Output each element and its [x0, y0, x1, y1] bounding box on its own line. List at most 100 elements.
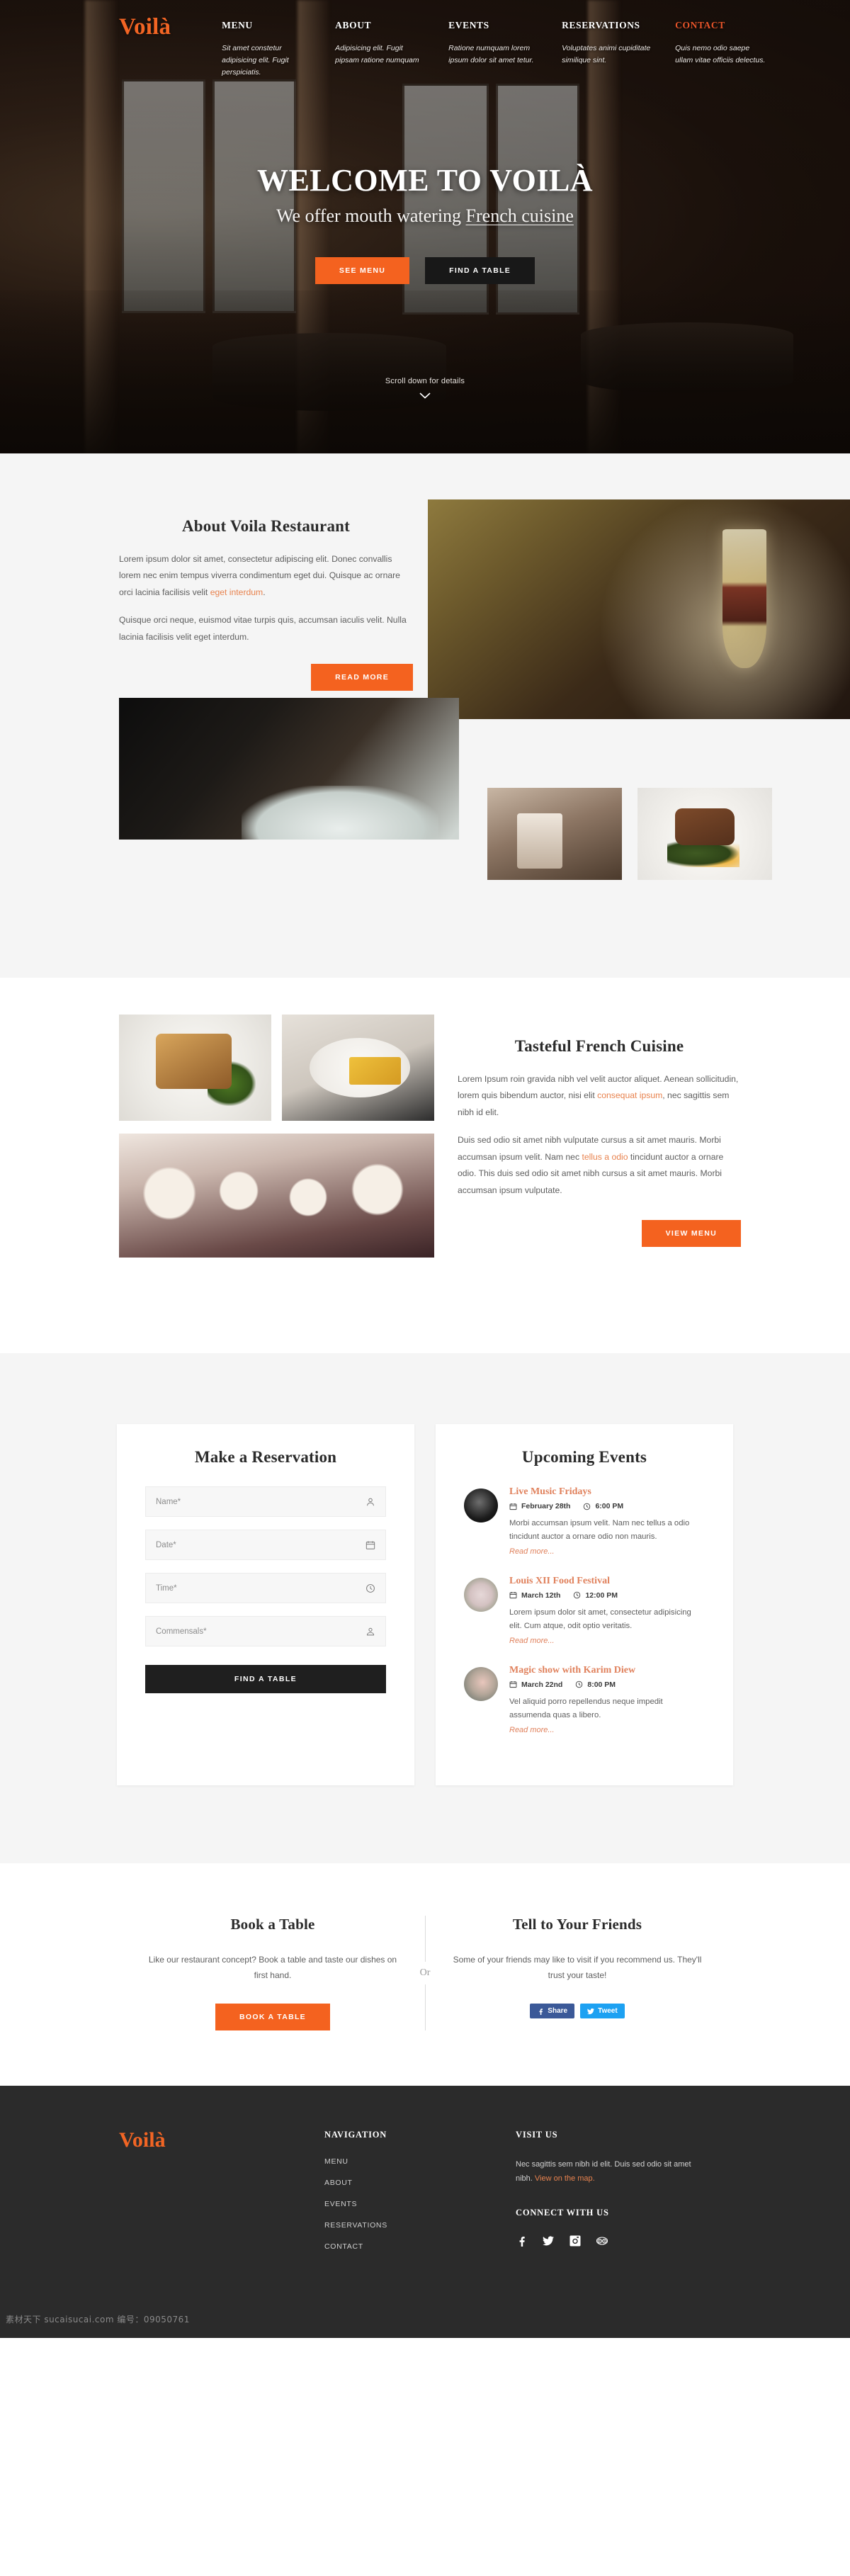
twitter-share-button[interactable]: Tweet — [580, 2004, 625, 2019]
book-a-table-button[interactable]: BOOK A TABLE — [215, 2004, 330, 2031]
hero-subtitle-underlined: French cuisine — [465, 205, 574, 226]
event-thumbnail-icon — [464, 1666, 498, 1701]
footer-link-events[interactable]: EVENTS — [324, 2200, 516, 2208]
event-meta: March 12th 12:00 PM — [509, 1591, 705, 1600]
facebook-share-label: Share — [548, 2007, 568, 2016]
twitter-share-label: Tweet — [598, 2007, 618, 2016]
cuisine-paragraph-1: Lorem Ipsum roin gravida nibh vel velit … — [458, 1071, 741, 1121]
cuisine-text-block: Tasteful French Cuisine Lorem Ipsum roin… — [458, 1037, 741, 1247]
nav-sub-menu: Sit amet constetur adipisicing elit. Fug… — [222, 44, 289, 77]
footer-navigation-column: NAVIGATION MENU ABOUT EVENTS RESERVATION… — [324, 2130, 516, 2264]
event-title[interactable]: Magic show with Karim Diew — [509, 1665, 705, 1676]
event-time-label: 8:00 PM — [587, 1680, 616, 1689]
book-a-table-title: Book a Table — [230, 1915, 315, 1933]
nav-sub-events: Ratione numquam lorem ipsum dolor sit am… — [448, 44, 534, 64]
about-p1-part-b: . — [263, 587, 266, 597]
event-title[interactable]: Live Music Fridays — [509, 1486, 705, 1498]
commensals-field-placeholder: Commensals* — [156, 1627, 207, 1636]
view-menu-button[interactable]: VIEW MENU — [641, 1219, 741, 1247]
scroll-down-label: Scroll down for details — [385, 377, 465, 385]
image-wine-glass — [428, 499, 850, 719]
about-button-row: READ MORE — [119, 664, 413, 691]
event-description: Vel aliquid porro repellendus neque impe… — [509, 1697, 663, 1720]
event-item[interactable]: Louis XII Food Festival March 12th 12:00… — [464, 1576, 705, 1646]
nav-label-events: EVENTS — [448, 20, 489, 30]
see-menu-button[interactable]: SEE MENU — [314, 257, 410, 284]
nav-columns: MENU Sit amet constetur adipisicing elit… — [222, 16, 781, 79]
time-field[interactable]: Time* — [145, 1573, 386, 1603]
nav-item-reservations[interactable]: RESERVATIONS Voluptates animi cupiditate… — [562, 20, 675, 79]
nav-item-menu[interactable]: MENU Sit amet constetur adipisicing elit… — [222, 20, 335, 79]
event-title[interactable]: Louis XII Food Festival — [509, 1576, 705, 1587]
footer-visit-text: Nec sagittis sem nibh id elit. Duis sed … — [516, 2157, 693, 2186]
event-meta: March 22nd 8:00 PM — [509, 1680, 705, 1689]
event-item[interactable]: Live Music Fridays February 28th 6:00 PM — [464, 1486, 705, 1557]
scroll-down-indicator[interactable]: Scroll down for details — [0, 377, 850, 402]
facebook-icon[interactable] — [516, 2235, 527, 2247]
event-description: Morbi accumsan ipsum velit. Nam nec tell… — [509, 1519, 690, 1542]
event-thumbnail-icon — [464, 1577, 498, 1612]
tripadvisor-icon[interactable] — [596, 2235, 608, 2247]
nav-label-contact: CONTACT — [675, 20, 725, 30]
cuisine-inline-link-1[interactable]: consequat ipsum — [597, 1090, 662, 1100]
event-time: 12:00 PM — [573, 1591, 618, 1600]
commensals-field[interactable]: Commensals* — [145, 1616, 386, 1646]
nav-label-menu: MENU — [222, 20, 253, 30]
calendar-icon — [509, 1681, 517, 1688]
footer-visit-heading: VISIT US — [516, 2130, 558, 2140]
event-time: 8:00 PM — [575, 1680, 616, 1689]
event-date: March 22nd — [509, 1680, 562, 1689]
nav-item-contact[interactable]: CONTACT Quis nemo odio saepe ullam vitae… — [675, 20, 781, 79]
footer-visit-column: VISIT US Nec sagittis sem nibh id elit. … — [516, 2130, 731, 2264]
events-title: Upcoming Events — [521, 1448, 647, 1466]
event-read-more-link[interactable]: Read more... — [509, 1547, 555, 1556]
read-more-button[interactable]: READ MORE — [311, 664, 413, 691]
cta-divider: Or — [404, 1915, 446, 2031]
brand-logo[interactable]: Voilà — [119, 16, 171, 39]
event-item[interactable]: Magic show with Karim Diew March 22nd 8:… — [464, 1665, 705, 1736]
about-text-block: About Voila Restaurant Lorem ipsum dolor… — [119, 517, 413, 691]
image-chef-plating — [119, 698, 459, 840]
tell-friends-text: Some of your friends may like to visit i… — [453, 1954, 702, 1981]
about-paragraph-2: Quisque orci neque, euismod vitae turpis… — [119, 615, 407, 642]
tell-friends-title: Tell to Your Friends — [512, 1915, 642, 1933]
cuisine-button-row: VIEW MENU — [458, 1219, 741, 1247]
date-field[interactable]: Date* — [145, 1530, 386, 1560]
about-paragraph-1: Lorem ipsum dolor sit amet, consectetur … — [119, 551, 413, 601]
cuisine-inline-link-2[interactable]: tellus a odio — [582, 1152, 628, 1162]
calendar-icon — [366, 1540, 375, 1550]
event-read-more-link[interactable]: Read more... — [509, 1726, 555, 1734]
hero-subtitle-text: We offer mouth watering — [276, 205, 466, 226]
nav-sub-contact: Quis nemo odio saepe ullam vitae officii… — [675, 44, 766, 64]
twitter-icon[interactable] — [543, 2235, 554, 2247]
find-a-table-submit-button[interactable]: FIND A TABLE — [145, 1665, 386, 1693]
facebook-share-button[interactable]: Share — [530, 2004, 575, 2019]
image-steak-plate — [638, 788, 772, 880]
footer-link-menu[interactable]: MENU — [324, 2157, 516, 2166]
reservation-title: Make a Reservation — [194, 1448, 337, 1466]
event-read-more-link[interactable]: Read more... — [509, 1637, 555, 1645]
footer-link-reservations[interactable]: RESERVATIONS — [324, 2221, 516, 2230]
about-inline-link[interactable]: eget interdum — [210, 587, 264, 597]
book-a-table-column: Book a Table Like our restaurant concept… — [142, 1916, 404, 2031]
image-kitchen — [487, 788, 622, 880]
clock-icon — [584, 1503, 591, 1510]
facebook-icon — [539, 2008, 543, 2015]
footer: Voilà NAVIGATION MENU ABOUT EVENTS RESER… — [0, 2086, 850, 2304]
footer-link-contact[interactable]: CONTACT — [324, 2242, 516, 2251]
event-date-label: February 28th — [521, 1502, 571, 1510]
find-a-table-button[interactable]: FIND A TABLE — [425, 257, 536, 284]
view-on-map-link[interactable]: View on the map. — [535, 2174, 595, 2183]
name-field[interactable]: Name* — [145, 1486, 386, 1517]
event-time-label: 12:00 PM — [585, 1591, 618, 1600]
nav-item-about[interactable]: ABOUT Adipisicing elit. Fugit pipsam rat… — [335, 20, 448, 79]
watermark-bar: 素材天下 sucaisucai.com 编号：09050761 — [0, 2303, 850, 2339]
top-navigation-bar: Voilà MENU Sit amet constetur adipisicin… — [0, 0, 850, 79]
nav-item-events[interactable]: EVENTS Ratione numquam lorem ipsum dolor… — [448, 20, 562, 79]
reservation-events-section: Make a Reservation Name* Date* Time* Com… — [0, 1353, 850, 1863]
footer-brand-logo[interactable]: Voilà — [119, 2130, 324, 2264]
footer-connect-heading: CONNECT WITH US — [516, 2207, 609, 2218]
instagram-icon[interactable] — [570, 2235, 581, 2247]
tell-friends-column: Tell to Your Friends Some of your friend… — [446, 1916, 708, 2031]
footer-link-about[interactable]: ABOUT — [324, 2179, 516, 2187]
